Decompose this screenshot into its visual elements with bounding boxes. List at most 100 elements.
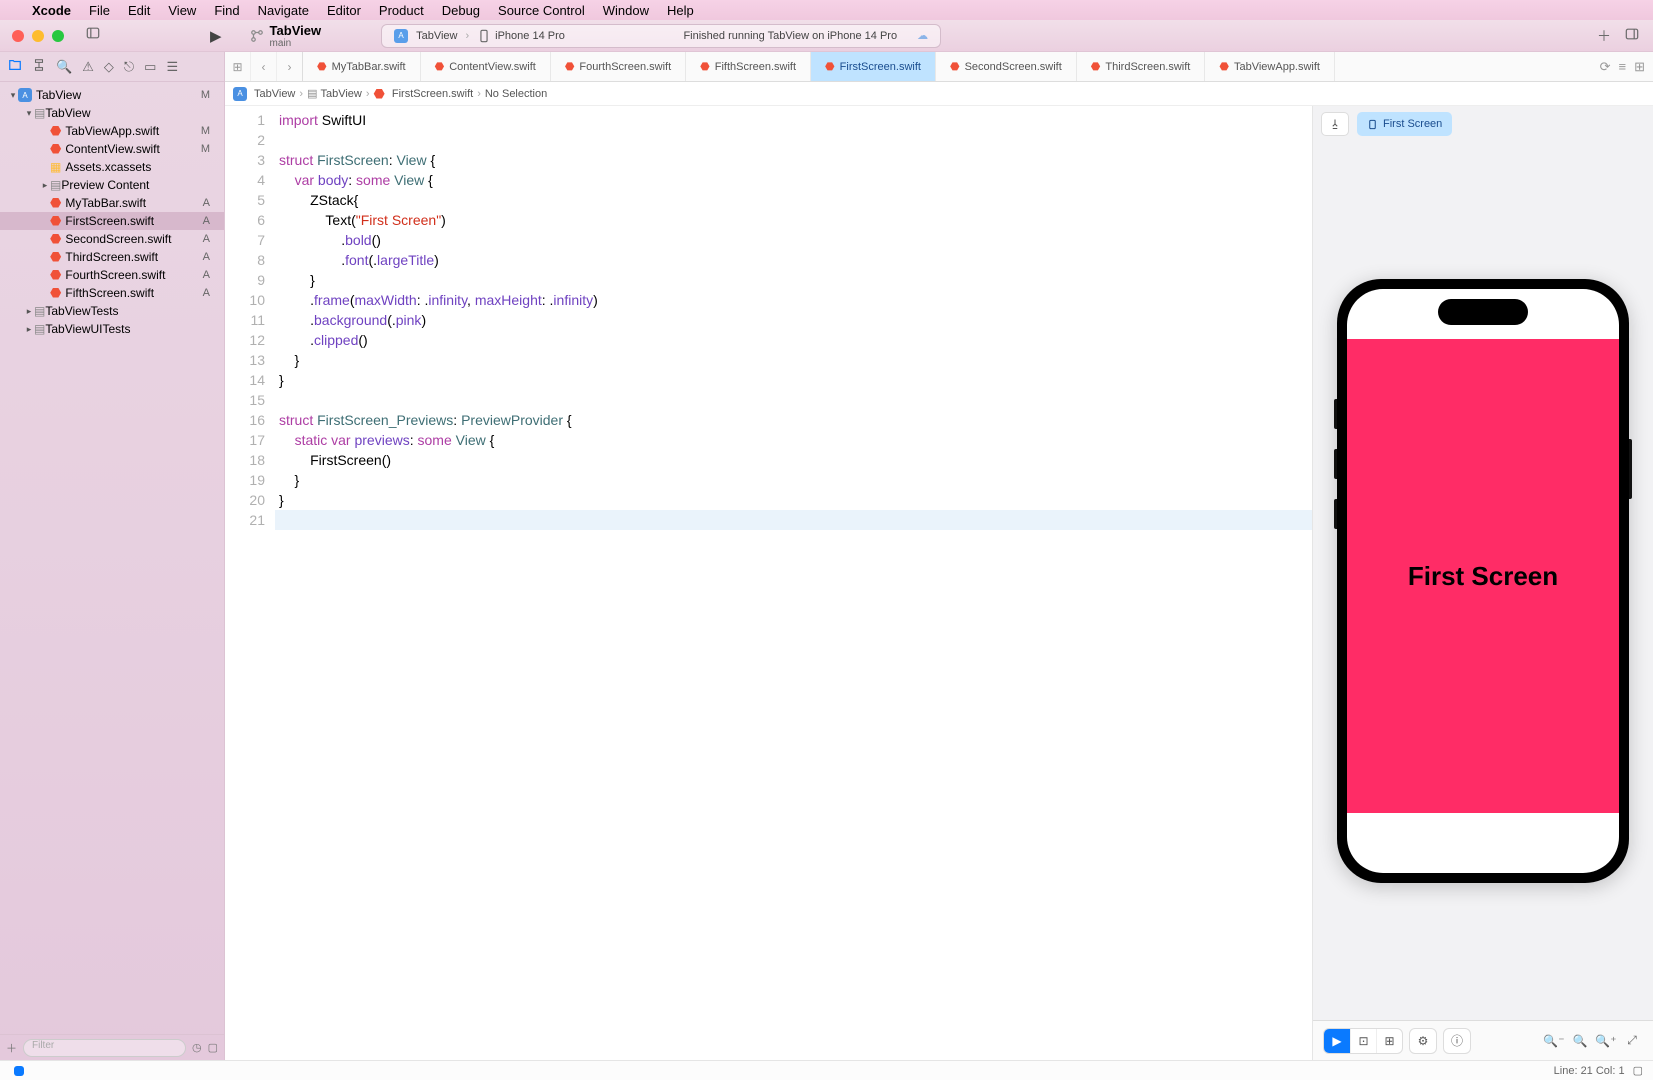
code-line-21[interactable] xyxy=(275,510,1312,530)
close-window-button[interactable] xyxy=(12,30,24,42)
code-line-20[interactable]: } xyxy=(275,490,1312,510)
selectable-button[interactable]: ⊡ xyxy=(1350,1029,1376,1053)
code-line-3[interactable]: struct FirstScreen: View { xyxy=(275,150,1312,170)
preview-selector-chip[interactable]: First Screen xyxy=(1357,112,1452,136)
project-navigator-icon[interactable] xyxy=(8,58,22,75)
code-line-5[interactable]: ZStack{ xyxy=(275,190,1312,210)
menu-window[interactable]: Window xyxy=(603,3,649,18)
issue-navigator-icon[interactable]: ⚠ xyxy=(82,59,94,75)
code-line-19[interactable]: } xyxy=(275,470,1312,490)
report-navigator-icon[interactable]: ☰ xyxy=(166,59,178,75)
back-button[interactable]: ‹ xyxy=(251,52,277,81)
code-line-12[interactable]: .clipped() xyxy=(275,330,1312,350)
adjust-editor-icon[interactable]: ≡ xyxy=(1619,59,1627,74)
disclosure-triangle[interactable]: ▸ xyxy=(40,180,50,191)
tree-row-tabviewuitests[interactable]: ▸▤ TabViewUITests xyxy=(0,320,224,338)
tree-row-tabview[interactable]: ▾ATabViewM xyxy=(0,86,224,104)
minimize-window-button[interactable] xyxy=(32,30,44,42)
file-tree[interactable]: ▾ATabViewM▾▤ TabView⬣TabViewApp.swiftM⬣C… xyxy=(0,82,224,1034)
tab-fourthscreen-swift[interactable]: ⬣FourthScreen.swift xyxy=(551,52,686,81)
scheme-selector[interactable]: TabView main xyxy=(250,23,322,49)
code-line-14[interactable]: } xyxy=(275,370,1312,390)
tab-tabviewapp-swift[interactable]: ⬣TabViewApp.swift xyxy=(1205,52,1335,81)
zoom-actual-button[interactable]: 🔍 xyxy=(1569,1030,1591,1052)
tree-row-thirdscreen-swift[interactable]: ⬣ThirdScreen.swiftA xyxy=(0,248,224,266)
tab-thirdscreen-swift[interactable]: ⬣ThirdScreen.swift xyxy=(1077,52,1206,81)
code-line-15[interactable] xyxy=(275,390,1312,410)
live-preview-button[interactable]: ▶ xyxy=(1324,1029,1350,1053)
variants-button[interactable]: ⊞ xyxy=(1376,1029,1402,1053)
tree-row-tabviewapp-swift[interactable]: ⬣TabViewApp.swiftM xyxy=(0,122,224,140)
canvas-device-area[interactable]: First Screen xyxy=(1313,142,1653,1020)
tab-contentview-swift[interactable]: ⬣ContentView.swift xyxy=(421,52,551,81)
zoom-out-button[interactable]: 🔍⁻ xyxy=(1543,1030,1565,1052)
code-line-8[interactable]: .font(.largeTitle) xyxy=(275,250,1312,270)
editor-breadcrumb[interactable]: ATabView › ▤ TabView › ⬣FirstScreen.swif… xyxy=(225,82,1653,106)
code-line-11[interactable]: .background(.pink) xyxy=(275,310,1312,330)
debug-navigator-icon[interactable]: ⎋ xyxy=(124,59,134,75)
tree-row-mytabbar-swift[interactable]: ⬣MyTabBar.swiftA xyxy=(0,194,224,212)
run-button[interactable]: ▶ xyxy=(210,27,222,45)
related-items-icon[interactable]: ⊞ xyxy=(225,52,251,81)
minimap-toggle-icon[interactable]: ▢ xyxy=(1633,1064,1643,1077)
add-editor-icon[interactable]: ⊞ xyxy=(1634,59,1645,75)
code-line-16[interactable]: struct FirstScreen_Previews: PreviewProv… xyxy=(275,410,1312,430)
code-line-17[interactable]: static var previews: some View { xyxy=(275,430,1312,450)
device-selector[interactable]: iPhone 14 Pro xyxy=(477,29,565,43)
code-content[interactable]: import SwiftUI struct FirstScreen: View {… xyxy=(275,106,1312,1060)
code-line-6[interactable]: Text("First Screen") xyxy=(275,210,1312,230)
menu-find[interactable]: Find xyxy=(214,3,239,18)
refresh-icon[interactable]: ⟳ xyxy=(1600,59,1611,75)
code-line-13[interactable]: } xyxy=(275,350,1312,370)
filter-recent-icon[interactable]: ▢ xyxy=(208,1041,218,1054)
source-editor[interactable]: 123456789101112131415161718192021 import… xyxy=(225,106,1313,1060)
zoom-window-button[interactable] xyxy=(52,30,64,42)
debug-area-toggle[interactable] xyxy=(14,1066,24,1076)
navigator-filter-input[interactable]: Filter xyxy=(23,1039,186,1057)
menu-debug[interactable]: Debug xyxy=(442,3,480,18)
menu-view[interactable]: View xyxy=(168,3,196,18)
add-button[interactable]: ＋ xyxy=(1597,26,1611,46)
disclosure-triangle[interactable]: ▾ xyxy=(24,108,34,119)
toggle-navigator-icon[interactable] xyxy=(86,26,100,45)
tree-row-fifthscreen-swift[interactable]: ⬣FifthScreen.swiftA xyxy=(0,284,224,302)
tab-secondscreen-swift[interactable]: ⬣SecondScreen.swift xyxy=(936,52,1077,81)
menu-navigate[interactable]: Navigate xyxy=(258,3,309,18)
menu-help[interactable]: Help xyxy=(667,3,694,18)
tree-row-tabview[interactable]: ▾▤ TabView xyxy=(0,104,224,122)
disclosure-triangle[interactable]: ▾ xyxy=(8,90,18,101)
code-line-7[interactable]: .bold() xyxy=(275,230,1312,250)
tree-row-preview-content[interactable]: ▸▤ Preview Content xyxy=(0,176,224,194)
tree-row-assets-xcassets[interactable]: ▦ Assets.xcassets xyxy=(0,158,224,176)
menu-editor[interactable]: Editor xyxy=(327,3,361,18)
disclosure-triangle[interactable]: ▸ xyxy=(24,306,34,317)
add-file-button[interactable]: ＋ xyxy=(6,1040,17,1056)
library-button[interactable] xyxy=(1625,27,1639,44)
device-settings-button[interactable]: ⚙ xyxy=(1409,1028,1437,1054)
symbol-navigator-icon[interactable]: 🔍 xyxy=(56,59,72,75)
tree-row-secondscreen-swift[interactable]: ⬣SecondScreen.swiftA xyxy=(0,230,224,248)
zoom-in-button[interactable]: 🔍⁺ xyxy=(1595,1030,1617,1052)
canvas-mode-segment[interactable]: ▶ ⊡ ⊞ xyxy=(1323,1028,1403,1054)
code-line-9[interactable]: } xyxy=(275,270,1312,290)
tree-row-firstscreen-swift[interactable]: ⬣FirstScreen.swiftA xyxy=(0,212,224,230)
tree-row-fourthscreen-swift[interactable]: ⬣FourthScreen.swiftA xyxy=(0,266,224,284)
code-line-10[interactable]: .frame(maxWidth: .infinity, maxHeight: .… xyxy=(275,290,1312,310)
filter-scope-icon[interactable]: ◷ xyxy=(192,1041,202,1054)
tab-mytabbar-swift[interactable]: ⬣MyTabBar.swift xyxy=(303,52,421,81)
breakpoint-navigator-icon[interactable]: ▭ xyxy=(144,59,156,75)
preview-inspector-button[interactable]: ⓘ xyxy=(1443,1028,1471,1054)
forward-button[interactable]: › xyxy=(277,52,303,81)
tab-fifthscreen-swift[interactable]: ⬣FifthScreen.swift xyxy=(686,52,811,81)
editor-scrollbar[interactable] xyxy=(1298,106,1312,1060)
code-line-1[interactable]: import SwiftUI xyxy=(275,110,1312,130)
app-name[interactable]: Xcode xyxy=(32,3,71,18)
code-line-4[interactable]: var body: some View { xyxy=(275,170,1312,190)
tree-row-contentview-swift[interactable]: ⬣ContentView.swiftM xyxy=(0,140,224,158)
source-control-navigator-icon[interactable] xyxy=(32,58,46,75)
menu-source-control[interactable]: Source Control xyxy=(498,3,585,18)
activity-viewer[interactable]: A TabView › iPhone 14 Pro Finished runni… xyxy=(381,24,941,48)
menu-edit[interactable]: Edit xyxy=(128,3,150,18)
menu-product[interactable]: Product xyxy=(379,3,424,18)
code-line-18[interactable]: FirstScreen() xyxy=(275,450,1312,470)
